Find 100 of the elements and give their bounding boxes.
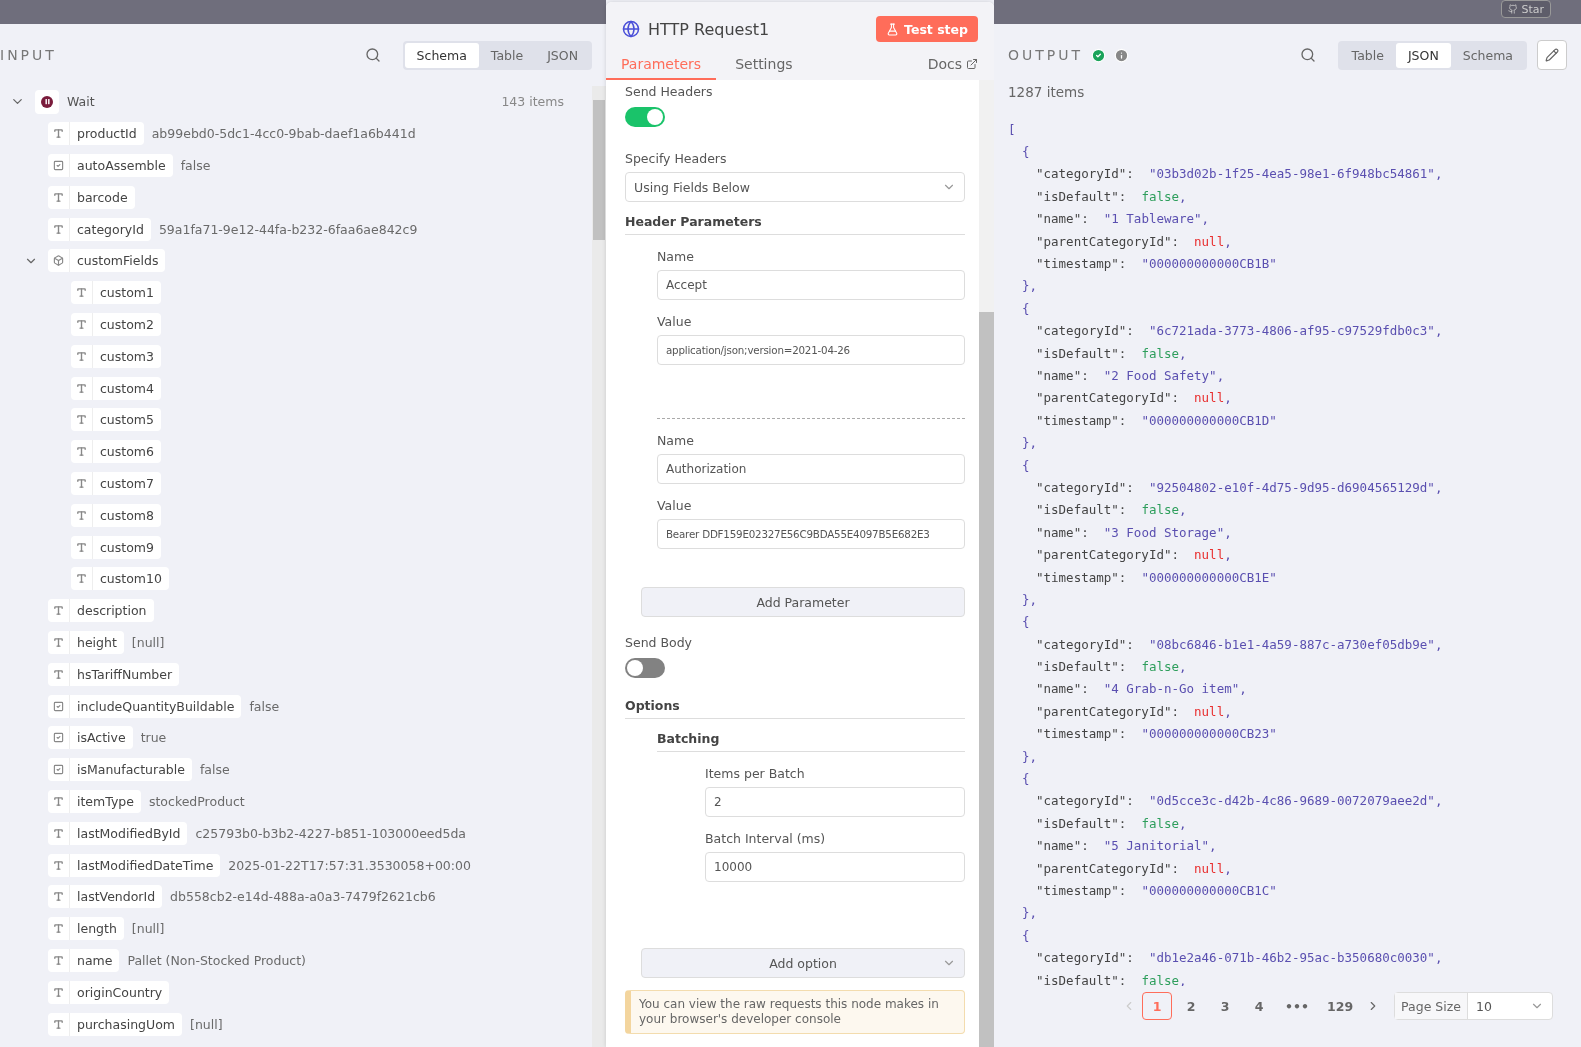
- cat-logo-icon: [1508, 4, 1519, 14]
- view-tab[interactable]: Schema: [1450, 42, 1525, 68]
- page-button[interactable]: •••: [1278, 992, 1316, 1020]
- page-button[interactable]: 4: [1244, 992, 1275, 1020]
- add-option-dropdown[interactable]: Add option: [641, 948, 965, 978]
- toggle-switch[interactable]: [625, 107, 665, 127]
- info-notice: You can view the raw requests this node makes in your browser's developer console: [625, 990, 965, 1034]
- toggle-switch[interactable]: [625, 658, 665, 678]
- field-name-tag: custom5: [71, 408, 161, 432]
- field-label: Specify Headers: [625, 151, 728, 166]
- field-name-tag: hsTariffNumber: [48, 662, 180, 686]
- cube-icon: [53, 255, 64, 267]
- text-type-icon: [76, 446, 87, 458]
- json-brace: },: [1022, 748, 1038, 764]
- field-label: Items per Batch: [705, 766, 806, 781]
- field-name-tag: lastModifiedDateTime: [48, 853, 221, 877]
- text-type-icon: [76, 318, 87, 330]
- json-property: "parentCategoryId": null,: [1036, 703, 1232, 719]
- test-step-button[interactable]: Test step: [876, 16, 978, 42]
- checkbox-type-icon: [53, 764, 64, 776]
- input-field[interactable]: application/json;version=2021-04-26: [657, 335, 965, 365]
- input-field[interactable]: 10000: [705, 852, 965, 882]
- json-property: "parentCategoryId": null,: [1036, 390, 1232, 406]
- view-tab[interactable]: Schema: [404, 42, 479, 68]
- view-tab[interactable]: JSON: [535, 42, 590, 68]
- dropdown[interactable]: Using Fields Below: [625, 172, 965, 202]
- text-type-icon: [53, 605, 64, 617]
- field-label: Send Headers: [625, 84, 714, 99]
- json-property: "categoryId": "92504802-e10f-4d75-9d95-d6904565129d",: [1036, 479, 1443, 495]
- field-name-tag: custom7: [71, 471, 161, 495]
- view-tab[interactable]: JSON: [1395, 42, 1451, 68]
- field-name-tag: isManufacturable: [48, 758, 192, 782]
- page-button[interactable]: 3: [1210, 992, 1241, 1020]
- json-brace: {: [1022, 614, 1030, 630]
- page-button[interactable]: 2: [1176, 992, 1207, 1020]
- node-title: HTTP Request1: [648, 19, 770, 39]
- field-name-tag: itemType: [48, 789, 141, 813]
- star-button[interactable]: Star: [1501, 0, 1551, 18]
- text-type-icon: [76, 541, 87, 553]
- json-brace: {: [1022, 927, 1030, 943]
- flask-icon: [886, 22, 900, 36]
- field-value: c25793b0-b3b2-4227-b851-103000eed5da: [195, 825, 466, 841]
- json-property: "categoryId": "08bc6846-b1e1-4a59-887c-a730ef05db9e",: [1036, 636, 1443, 652]
- field-name-tag: custom10: [71, 567, 169, 591]
- info-icon: [1114, 47, 1130, 63]
- json-property: "isDefault": false,: [1036, 345, 1187, 361]
- external-link-icon: [966, 58, 978, 70]
- json-property: "isDefault": false,: [1036, 815, 1187, 831]
- json-brace: },: [1022, 591, 1038, 607]
- view-tab[interactable]: Table: [1339, 42, 1396, 68]
- input-field[interactable]: Bearer DDF159E02327E56C9BDA55E4097B5E682E3: [657, 519, 965, 549]
- add-parameter-button[interactable]: Add Parameter: [641, 587, 965, 617]
- json-property: "name": "5 Janitorial",: [1036, 838, 1217, 854]
- field-value: true: [140, 730, 167, 746]
- node-name: Wait: [67, 94, 95, 110]
- json-brace: {: [1022, 457, 1030, 473]
- view-tab[interactable]: Table: [478, 42, 536, 68]
- item-count: 143 items: [501, 94, 564, 110]
- page-button[interactable]: 129: [1320, 992, 1361, 1020]
- field-name-tag: barcode: [48, 185, 135, 209]
- field-name-tag: custom4: [71, 376, 161, 400]
- json-property: "timestamp": "000000000000CB23": [1036, 726, 1277, 742]
- scrollbar[interactable]: [592, 86, 606, 1047]
- json-property: "categoryId": "6c721ada-3773-4806-af95-c97529fdb0c3",: [1036, 323, 1443, 339]
- field-name-tag: custom9: [71, 535, 161, 559]
- json-property: "categoryId": "03b3d02b-1f25-4ea5-98e1-6f948bc54861",: [1036, 166, 1443, 182]
- field-label: Name: [657, 249, 695, 264]
- field-value: [null]: [131, 634, 165, 650]
- field-value: Pallet (Non-Stocked Product): [127, 952, 306, 968]
- text-type-icon: [76, 350, 87, 362]
- panel-title: OUTPUT: [1008, 47, 1084, 63]
- json-property: "isDefault": false,: [1036, 188, 1187, 204]
- json-property: "timestamp": "000000000000CB1E": [1036, 569, 1277, 585]
- docs-link[interactable]: Docs: [927, 56, 978, 80]
- field-label: Name: [657, 433, 695, 448]
- text-type-icon: [76, 509, 87, 521]
- text-type-icon: [53, 128, 64, 140]
- json-property: "timestamp": "000000000000CB1D": [1036, 412, 1277, 428]
- text-type-icon: [53, 223, 64, 235]
- field-name-tag: productId: [48, 122, 144, 146]
- input-field[interactable]: Authorization: [657, 454, 965, 484]
- text-type-icon: [53, 191, 64, 203]
- field-name-tag: custom8: [71, 503, 161, 527]
- section-title: Batching: [657, 731, 965, 752]
- field-name-tag: description: [48, 599, 154, 623]
- field-value: [null]: [131, 921, 165, 937]
- input-field[interactable]: 2: [705, 787, 965, 817]
- field-value: false: [249, 698, 280, 714]
- item-count: 1287 items: [1008, 84, 1086, 100]
- json-property: "timestamp": "000000000000CB1B": [1036, 256, 1277, 272]
- json-property: "isDefault": false,: [1036, 972, 1187, 986]
- page-size-select[interactable]: Page Size 10: [1394, 992, 1553, 1020]
- tab[interactable]: Settings: [720, 52, 808, 80]
- json-property: "parentCategoryId": null,: [1036, 547, 1232, 563]
- scrollbar[interactable]: [979, 80, 994, 1047]
- field-value: 2025-01-22T17:57:31.3530058+00:00: [228, 857, 471, 873]
- pencil-icon[interactable]: [1537, 40, 1567, 70]
- input-field[interactable]: Accept: [657, 270, 965, 300]
- field-label: Value: [657, 498, 693, 513]
- field-name-tag: autoAssemble: [48, 154, 173, 177]
